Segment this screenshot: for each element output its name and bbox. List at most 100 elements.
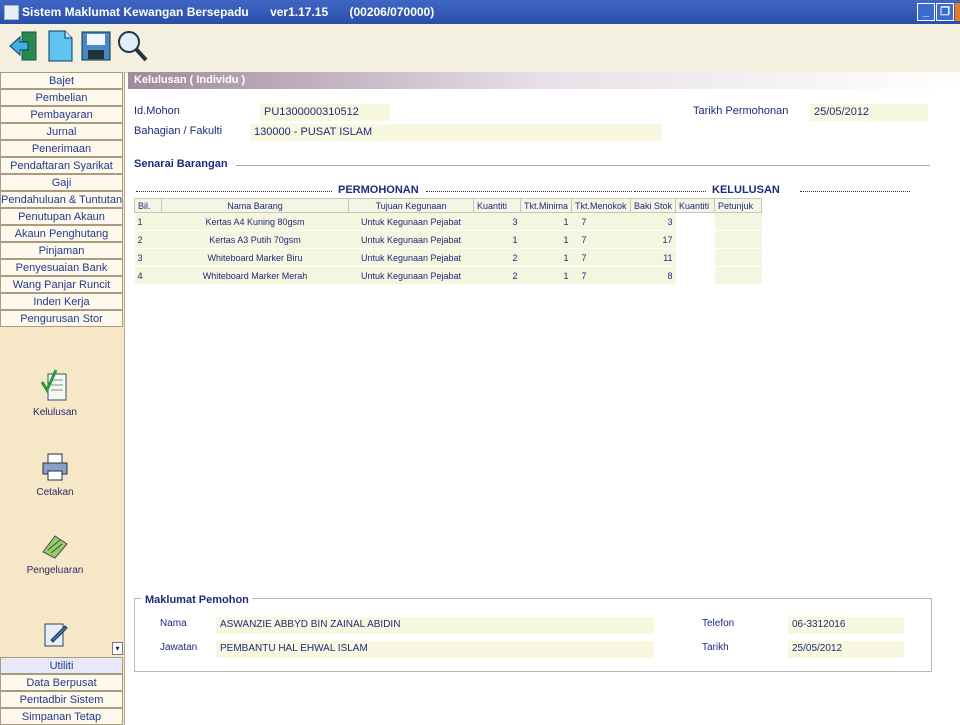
cell-nama-barang: Kertas A3 Putih 70gsm xyxy=(161,230,349,249)
cell-baki-stok: 8 xyxy=(630,266,676,285)
cell-tkt-minima: 1 xyxy=(520,266,572,285)
cell-tkt-menokok: 7 xyxy=(571,266,631,285)
tool-pengeluaran[interactable]: Pengeluaran xyxy=(0,530,110,576)
tool-pengeluaran-label: Pengeluaran xyxy=(26,565,84,576)
tool-more[interactable] xyxy=(0,620,110,651)
menu-utiliti[interactable]: Utiliti xyxy=(0,657,123,674)
cell-petunjuk[interactable] xyxy=(714,266,762,285)
dept-label: Bahagian / Fakulti xyxy=(134,125,223,137)
title-bar: Sistem Maklumat Kewangan Bersepadu ver1.… xyxy=(0,0,960,24)
applicant-phone-field[interactable]: 06-3312016 xyxy=(788,617,904,634)
section-divider xyxy=(236,165,930,166)
printer-icon xyxy=(42,453,68,481)
col-kuantiti-lulus: Kuantiti xyxy=(675,198,716,213)
main-panel: Kelulusan ( Individu ) Id.Mohon PU130000… xyxy=(128,72,960,725)
applicant-section-title: Maklumat Pemohon xyxy=(142,594,252,606)
menu-pembayaran[interactable]: Pembayaran xyxy=(0,106,123,123)
menu-inden-kerja[interactable]: Inden Kerja xyxy=(0,293,123,310)
applicant-panel xyxy=(134,598,932,672)
sidebar: Bajet Pembelian Pembayaran Jurnal Peneri… xyxy=(0,72,125,725)
cell-tkt-minima: 1 xyxy=(520,230,572,249)
menu-bajet[interactable]: Bajet xyxy=(0,72,123,89)
close-button[interactable] xyxy=(955,3,960,21)
form-title: Kelulusan ( Individu ) xyxy=(128,72,960,89)
document-edit-icon xyxy=(44,623,68,647)
minimize-button[interactable]: _ xyxy=(917,3,935,21)
cell-kuantiti-lulus[interactable] xyxy=(675,230,715,249)
items-table: Bil. Nama Barang Tujuan Kegunaan Kuantit… xyxy=(134,198,763,285)
table-row[interactable]: 4 Whiteboard Marker Merah Untuk Kegunaan… xyxy=(134,266,762,285)
request-group-header: PERMOHONAN xyxy=(136,184,632,198)
menu-pentadbir-sistem[interactable]: Pentadbir Sistem xyxy=(0,691,123,708)
id-field[interactable]: PU1300000310512 xyxy=(260,104,390,121)
menu-simpanan-tetap[interactable]: Simpanan Tetap xyxy=(0,708,123,725)
menu-pengurusan-stor[interactable]: Pengurusan Stor xyxy=(0,310,123,327)
menu-wang-panjar-runcit[interactable]: Wang Panjar Runcit xyxy=(0,276,123,293)
cell-kuantiti: 3 xyxy=(473,212,521,231)
col-bil: Bil. xyxy=(134,198,162,213)
menu-penutupan-akaun[interactable]: Penutupan Akaun xyxy=(0,208,123,225)
save-icon[interactable] xyxy=(78,28,114,64)
approval-group-header: KELULUSAN xyxy=(634,184,910,198)
menu-akaun-penghutang[interactable]: Akaun Penghutang xyxy=(0,225,123,242)
dept-field[interactable]: 130000 - PUSAT ISLAM xyxy=(250,124,662,141)
cell-petunjuk[interactable] xyxy=(714,230,762,249)
col-tkt-menokok: Tkt.Menokok xyxy=(571,198,632,213)
issuance-icon xyxy=(42,535,68,559)
cell-tujuan: Untuk Kegunaan Pejabat xyxy=(348,230,474,249)
table-row[interactable]: 3 Whiteboard Marker Biru Untuk Kegunaan … xyxy=(134,248,762,267)
tool-cetakan[interactable]: Cetakan xyxy=(0,452,110,498)
menu-gaji[interactable]: Gaji xyxy=(0,174,123,191)
cell-petunjuk[interactable] xyxy=(714,248,762,267)
table-row[interactable]: 2 Kertas A3 Putih 70gsm Untuk Kegunaan P… xyxy=(134,230,762,249)
menu-jurnal[interactable]: Jurnal xyxy=(0,123,123,140)
approval-icon xyxy=(40,369,67,401)
applicant-position-field[interactable]: PEMBANTU HAL EHWAL ISLAM xyxy=(216,641,654,658)
cell-nama-barang: Kertas A4 Kuning 80gsm xyxy=(161,212,349,231)
cell-kuantiti-lulus[interactable] xyxy=(675,266,715,285)
window-title: Sistem Maklumat Kewangan Bersepadu ver1.… xyxy=(22,5,452,19)
search-icon[interactable] xyxy=(114,28,150,64)
applicant-name-label: Nama xyxy=(160,618,187,629)
menu-penyesuaian-bank[interactable]: Penyesuaian Bank xyxy=(0,259,123,276)
applicant-position-label: Jawatan xyxy=(160,642,198,653)
table-header-row: Bil. Nama Barang Tujuan Kegunaan Kuantit… xyxy=(134,198,763,213)
col-tkt-minima: Tkt.Minima xyxy=(519,198,573,213)
item-list-title: Senarai Barangan xyxy=(134,158,228,170)
menu-data-berpusat[interactable]: Data Berpusat xyxy=(0,674,123,691)
cell-kuantiti-lulus[interactable] xyxy=(675,212,715,231)
exit-icon[interactable] xyxy=(6,28,42,64)
restore-button[interactable]: ❐ xyxy=(936,3,954,21)
cell-tkt-minima: 1 xyxy=(520,212,572,231)
cell-kuantiti-lulus[interactable] xyxy=(675,248,715,267)
cell-bil: 1 xyxy=(134,212,162,231)
cell-petunjuk[interactable] xyxy=(714,212,762,231)
menu-pendahuluan-tuntutan[interactable]: Pendahuluan & Tuntutan xyxy=(0,191,123,208)
cell-nama-barang: Whiteboard Marker Merah xyxy=(161,266,349,285)
tool-kelulusan-label: Kelulusan xyxy=(33,407,77,418)
cell-tujuan: Untuk Kegunaan Pejabat xyxy=(348,248,474,267)
menu-pembelian[interactable]: Pembelian xyxy=(0,89,123,106)
tool-kelulusan[interactable]: Kelulusan xyxy=(0,368,110,418)
date-label: Tarikh Permohonan xyxy=(693,105,789,117)
scroll-down-button[interactable]: ▾ xyxy=(112,642,123,655)
menu-pendaftaran-syarikat[interactable]: Pendaftaran Syarikat xyxy=(0,157,123,174)
cell-tujuan: Untuk Kegunaan Pejabat xyxy=(348,266,474,285)
table-row[interactable]: 1 Kertas A4 Kuning 80gsm Untuk Kegunaan … xyxy=(134,212,762,231)
cell-nama-barang: Whiteboard Marker Biru xyxy=(161,248,349,267)
col-baki-stok: Baki Stok xyxy=(630,198,677,213)
applicant-date-field[interactable]: 25/05/2012 xyxy=(788,641,904,658)
new-document-icon[interactable] xyxy=(42,28,78,64)
menu-pinjaman[interactable]: Pinjaman xyxy=(0,242,123,259)
menu-penerimaan[interactable]: Penerimaan xyxy=(0,140,123,157)
col-kuantiti: Kuantiti xyxy=(473,198,521,213)
app-version: ver1.17.15 xyxy=(270,5,329,19)
app-icon[interactable] xyxy=(4,5,19,20)
applicant-name-field[interactable]: ASWANZIE ABBYD BIN ZAINAL ABIDIN xyxy=(216,617,654,634)
date-field[interactable]: 25/05/2012 xyxy=(810,104,928,121)
applicant-phone-label: Telefon xyxy=(702,618,735,629)
cell-baki-stok: 11 xyxy=(630,248,676,267)
applicant-date-label: Tarikh xyxy=(702,642,729,653)
cell-tkt-menokok: 7 xyxy=(571,230,631,249)
cell-baki-stok: 3 xyxy=(630,212,676,231)
